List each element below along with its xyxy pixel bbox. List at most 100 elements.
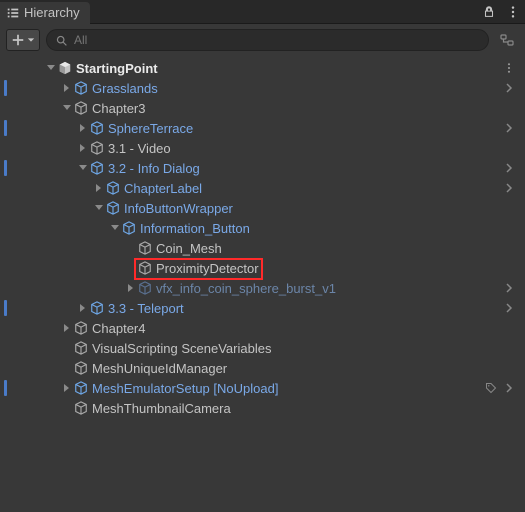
chevron-right-icon[interactable] (503, 382, 515, 394)
tree-row[interactable]: Chapter3 (0, 98, 525, 118)
tree-row[interactable]: VisualScripting SceneVariables (0, 338, 525, 358)
toggle-empty (60, 361, 74, 375)
tree-item-label: Grasslands (92, 81, 158, 96)
tree-item-label: Chapter4 (92, 321, 145, 336)
chevron-right-icon[interactable] (503, 162, 515, 174)
tree-row[interactable]: MeshUniqueIdManager (0, 358, 525, 378)
triangle-right-icon[interactable] (60, 381, 74, 395)
chevron-right-icon[interactable] (503, 282, 515, 294)
override-bar (4, 380, 7, 396)
override-bar (4, 80, 7, 96)
chevron-right-icon[interactable] (503, 82, 515, 94)
tree-item-label: Information_Button (140, 221, 250, 236)
dropdown-icon (27, 36, 35, 44)
prefab-cube-icon (74, 381, 88, 395)
triangle-down-icon[interactable] (60, 101, 74, 115)
override-bar (4, 160, 7, 176)
search-input[interactable] (74, 33, 480, 47)
tag-icon (485, 382, 497, 394)
triangle-right-icon[interactable] (92, 181, 106, 195)
prefab-cube-icon (138, 281, 152, 295)
search-icon (55, 34, 68, 47)
tree-item-label: 3.1 - Video (108, 141, 171, 156)
tree-item-label: InfoButtonWrapper (124, 201, 233, 216)
prefab-cube-icon (90, 301, 104, 315)
tree-row[interactable]: 3.3 - Teleport (0, 298, 525, 318)
tree-item-label: Chapter3 (92, 101, 145, 116)
triangle-right-icon[interactable] (76, 141, 90, 155)
toggle-empty (60, 341, 74, 355)
plus-icon (11, 33, 25, 47)
tree-item-label: SphereTerrace (108, 121, 193, 136)
tree-item-label: 3.2 - Info Dialog (108, 161, 200, 176)
override-bar (4, 300, 7, 316)
search-field[interactable] (46, 29, 489, 51)
triangle-right-icon[interactable] (124, 281, 138, 295)
toggle-empty (60, 401, 74, 415)
hierarchy-tree: StartingPoint Grasslands Chapter3 SphereTer… (0, 56, 525, 420)
triangle-down-icon[interactable] (44, 61, 58, 75)
kebab-icon[interactable] (503, 62, 515, 74)
prefab-cube-icon (90, 121, 104, 135)
lock-icon[interactable] (481, 4, 497, 20)
toggle-empty (124, 261, 138, 275)
triangle-right-icon[interactable] (60, 81, 74, 95)
tree-item-label: MeshEmulatorSetup [NoUpload] (92, 381, 278, 396)
list-icon (6, 6, 20, 20)
toggle-empty (124, 241, 138, 255)
prefab-cube-icon (122, 221, 136, 235)
gameobject-cube-icon (138, 241, 152, 255)
tree-item-label: MeshThumbnailCamera (92, 401, 231, 416)
chevron-right-icon[interactable] (503, 302, 515, 314)
toolbar (0, 24, 525, 56)
chevron-right-icon[interactable] (503, 122, 515, 134)
triangle-down-icon[interactable] (108, 221, 122, 235)
tree-row[interactable]: Coin_Mesh (0, 238, 525, 258)
triangle-down-icon[interactable] (92, 201, 106, 215)
tree-row[interactable]: SphereTerrace (0, 118, 525, 138)
scene-cube-icon (58, 61, 72, 75)
tree-item-label: MeshUniqueIdManager (92, 361, 227, 376)
tree-item-label: VisualScripting SceneVariables (92, 341, 271, 356)
gameobject-cube-icon (74, 321, 88, 335)
tree-item-label: 3.3 - Teleport (108, 301, 184, 316)
tree-row[interactable]: ProximityDetector (0, 258, 525, 278)
tree-row[interactable]: vfx_info_coin_sphere_burst_v1 (0, 278, 525, 298)
prefab-cube-icon (74, 81, 88, 95)
prefab-cube-icon (90, 161, 104, 175)
prefab-cube-icon (106, 181, 120, 195)
tree-row[interactable]: Grasslands (0, 78, 525, 98)
gameobject-cube-icon (74, 401, 88, 415)
prefab-cube-icon (106, 201, 120, 215)
tree-row[interactable]: Chapter4 (0, 318, 525, 338)
family-icon[interactable] (499, 32, 515, 48)
gameobject-cube-icon (90, 141, 104, 155)
hierarchy-tab[interactable]: Hierarchy (0, 2, 90, 24)
tree-row[interactable]: MeshThumbnailCamera (0, 398, 525, 418)
gameobject-cube-icon (138, 261, 152, 275)
gameobject-cube-icon (74, 361, 88, 375)
triangle-right-icon[interactable] (60, 321, 74, 335)
more-icon[interactable] (505, 4, 521, 20)
tree-row[interactable]: StartingPoint (0, 58, 525, 78)
chevron-right-icon[interactable] (503, 182, 515, 194)
tree-row[interactable]: InfoButtonWrapper (0, 198, 525, 218)
tab-title: Hierarchy (24, 5, 80, 20)
tree-item-label: ProximityDetector (156, 261, 259, 276)
override-bar (4, 120, 7, 136)
tree-row[interactable]: Information_Button (0, 218, 525, 238)
tree-item-label: vfx_info_coin_sphere_burst_v1 (156, 281, 336, 296)
tree-item-label: Coin_Mesh (156, 241, 222, 256)
triangle-right-icon[interactable] (76, 121, 90, 135)
tree-row[interactable]: 3.1 - Video (0, 138, 525, 158)
tree-item-label: StartingPoint (76, 61, 158, 76)
tree-row[interactable]: ChapterLabel (0, 178, 525, 198)
triangle-right-icon[interactable] (76, 301, 90, 315)
tree-item-label: ChapterLabel (124, 181, 202, 196)
tree-row[interactable]: MeshEmulatorSetup [NoUpload] (0, 378, 525, 398)
gameobject-cube-icon (74, 341, 88, 355)
triangle-down-icon[interactable] (76, 161, 90, 175)
tab-bar: Hierarchy (0, 0, 525, 24)
add-button[interactable] (6, 29, 40, 51)
tree-row[interactable]: 3.2 - Info Dialog (0, 158, 525, 178)
